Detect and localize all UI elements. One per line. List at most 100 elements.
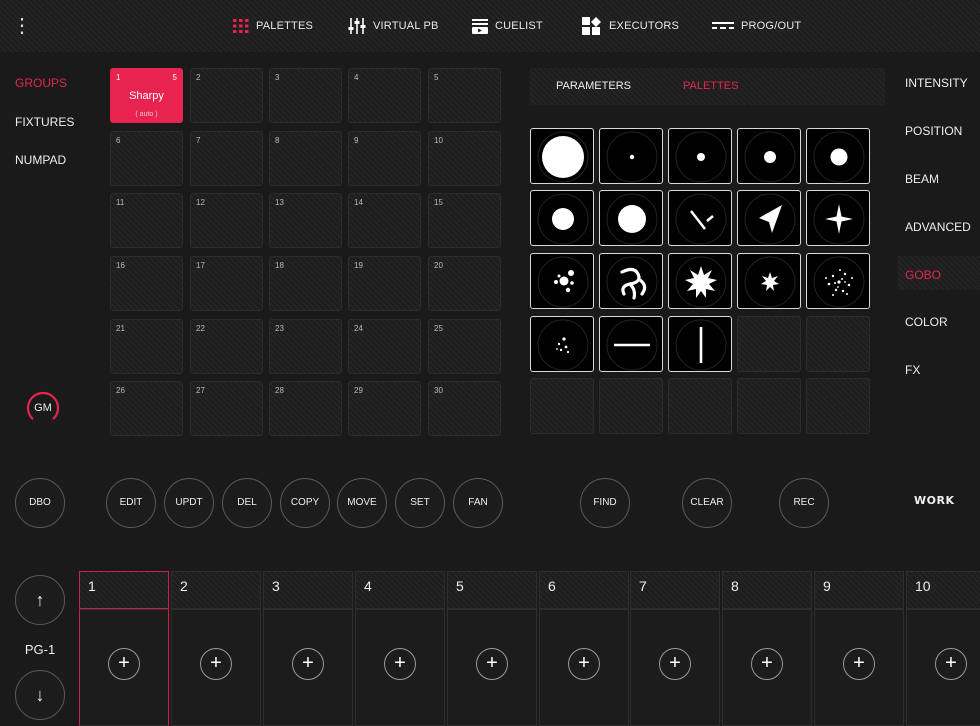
group-cell[interactable]: 27 xyxy=(190,381,263,436)
edit-button[interactable]: EDIT xyxy=(106,478,156,528)
gobo-palette-cell[interactable] xyxy=(599,316,663,372)
category-position[interactable]: POSITION xyxy=(905,124,962,138)
gobo-palette-cell[interactable] xyxy=(530,128,594,184)
group-cell-active[interactable]: 1 5 Sharpy ( auto ) xyxy=(110,68,183,123)
group-cell[interactable]: 25 xyxy=(428,319,501,374)
empty-palette-cell[interactable] xyxy=(599,378,663,434)
gobo-palette-cell[interactable] xyxy=(668,190,732,246)
set-button[interactable]: SET xyxy=(395,478,445,528)
page-down-button[interactable]: ↓ xyxy=(15,670,65,720)
group-cell[interactable]: 29 xyxy=(348,381,421,436)
group-cell[interactable]: 8 xyxy=(269,131,342,186)
category-color[interactable]: COLOR xyxy=(905,315,948,329)
dbo-button[interactable]: DBO xyxy=(15,478,65,528)
group-cell[interactable]: 22 xyxy=(190,319,263,374)
add-executor-button[interactable]: + xyxy=(476,648,508,680)
group-cell[interactable]: 24 xyxy=(348,319,421,374)
gobo-palette-cell[interactable] xyxy=(737,190,801,246)
page-up-button[interactable]: ↑ xyxy=(15,575,65,625)
move-button[interactable]: MOVE xyxy=(337,478,387,528)
add-executor-button[interactable]: + xyxy=(568,648,600,680)
executor-header[interactable]: 4 xyxy=(355,571,445,609)
group-cell[interactable]: 4 xyxy=(348,68,421,123)
nav-executors[interactable]: EXECUTORS xyxy=(582,14,679,38)
rec-button[interactable]: REC xyxy=(779,478,829,528)
executor-header[interactable]: 7 xyxy=(630,571,720,609)
executor-header[interactable]: 5 xyxy=(447,571,537,609)
add-executor-button[interactable]: + xyxy=(108,648,140,680)
group-cell[interactable]: 3 xyxy=(269,68,342,123)
add-executor-button[interactable]: + xyxy=(292,648,324,680)
gobo-palette-cell[interactable] xyxy=(599,190,663,246)
gobo-palette-cell[interactable] xyxy=(806,190,870,246)
gobo-palette-cell[interactable] xyxy=(668,128,732,184)
empty-palette-cell[interactable] xyxy=(668,378,732,434)
fan-button[interactable]: FAN xyxy=(453,478,503,528)
grand-master-knob[interactable]: GM xyxy=(23,388,63,428)
group-cell[interactable]: 23 xyxy=(269,319,342,374)
executor-header[interactable]: 6 xyxy=(539,571,629,609)
gobo-palette-cell[interactable] xyxy=(530,190,594,246)
add-executor-button[interactable]: + xyxy=(843,648,875,680)
category-fx[interactable]: FX xyxy=(905,363,920,377)
empty-palette-cell[interactable] xyxy=(806,316,870,372)
group-cell[interactable]: 19 xyxy=(348,256,421,311)
group-cell[interactable]: 6 xyxy=(110,131,183,186)
gobo-palette-cell[interactable] xyxy=(806,128,870,184)
copy-button[interactable]: COPY xyxy=(280,478,330,528)
group-cell[interactable]: 5 xyxy=(428,68,501,123)
empty-palette-cell[interactable] xyxy=(530,378,594,434)
gobo-palette-cell[interactable] xyxy=(806,253,870,309)
empty-palette-cell[interactable] xyxy=(737,316,801,372)
gobo-palette-cell[interactable] xyxy=(530,253,594,309)
group-cell[interactable]: 18 xyxy=(269,256,342,311)
nav-prog-out[interactable]: PROG/OUT xyxy=(712,14,801,38)
gobo-palette-cell[interactable] xyxy=(668,253,732,309)
find-button[interactable]: FIND xyxy=(580,478,630,528)
gobo-palette-cell[interactable] xyxy=(599,128,663,184)
add-executor-button[interactable]: + xyxy=(659,648,691,680)
executor-header[interactable]: 1 xyxy=(79,571,169,609)
group-cell[interactable]: 15 xyxy=(428,193,501,248)
category-intensity[interactable]: INTENSITY xyxy=(905,76,968,90)
category-advanced[interactable]: ADVANCED xyxy=(905,220,971,234)
gobo-palette-cell[interactable] xyxy=(599,253,663,309)
group-cell[interactable]: 16 xyxy=(110,256,183,311)
category-gobo[interactable]: GOBO xyxy=(905,268,941,282)
group-cell[interactable]: 17 xyxy=(190,256,263,311)
gobo-palette-cell[interactable] xyxy=(737,253,801,309)
executor-header[interactable]: 3 xyxy=(263,571,353,609)
nav-palettes[interactable]: PALETTES xyxy=(233,14,313,38)
left-menu-fixtures[interactable]: FIXTURES xyxy=(15,115,74,129)
group-cell[interactable]: 21 xyxy=(110,319,183,374)
add-executor-button[interactable]: + xyxy=(200,648,232,680)
tab-parameters[interactable]: PARAMETERS xyxy=(556,80,631,92)
executor-header[interactable]: 2 xyxy=(171,571,261,609)
group-cell[interactable]: 2 xyxy=(190,68,263,123)
group-cell[interactable]: 13 xyxy=(269,193,342,248)
group-cell[interactable]: 20 xyxy=(428,256,501,311)
clear-button[interactable]: CLEAR xyxy=(682,478,732,528)
add-executor-button[interactable]: + xyxy=(935,648,967,680)
left-menu-groups[interactable]: GROUPS xyxy=(15,76,67,90)
group-cell[interactable]: 30 xyxy=(428,381,501,436)
add-executor-button[interactable]: + xyxy=(751,648,783,680)
delete-button[interactable]: DEL xyxy=(222,478,272,528)
executor-header[interactable]: 10 xyxy=(906,571,980,609)
group-cell[interactable]: 12 xyxy=(190,193,263,248)
executor-header[interactable]: 9 xyxy=(814,571,904,609)
group-cell[interactable]: 28 xyxy=(269,381,342,436)
group-cell[interactable]: 11 xyxy=(110,193,183,248)
executor-header[interactable]: 8 xyxy=(722,571,812,609)
kebab-menu-icon[interactable]: ⋮ xyxy=(10,12,34,40)
group-cell[interactable]: 7 xyxy=(190,131,263,186)
nav-virtual-pb[interactable]: VIRTUAL PB xyxy=(348,14,439,38)
group-cell[interactable]: 10 xyxy=(428,131,501,186)
group-cell[interactable]: 26 xyxy=(110,381,183,436)
nav-cuelist[interactable]: CUELIST xyxy=(472,14,543,38)
left-menu-numpad[interactable]: NUMPAD xyxy=(15,153,66,167)
group-cell[interactable]: 9 xyxy=(348,131,421,186)
empty-palette-cell[interactable] xyxy=(737,378,801,434)
tab-palettes[interactable]: PALETTES xyxy=(683,80,738,92)
add-executor-button[interactable]: + xyxy=(384,648,416,680)
